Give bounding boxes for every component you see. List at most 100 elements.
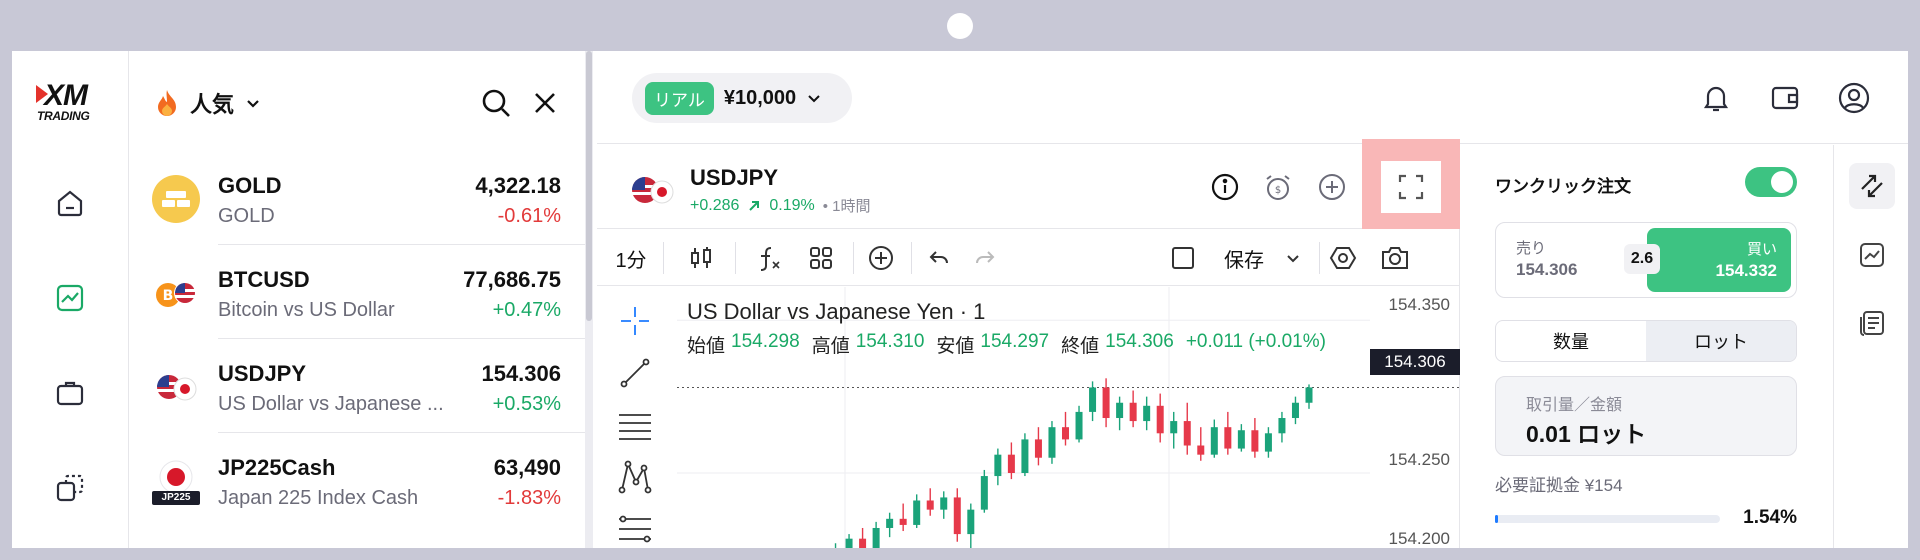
interval-button[interactable]: 1分 [613,240,649,276]
buy-button[interactable]: 買い 154.332 [1647,228,1791,292]
info-icon [1211,173,1239,201]
lines-icon [619,414,651,440]
low-value: 154.297 [980,331,1050,352]
chart-panel: USDJPY +0.286 0.19% • 1時間 $ 1分 保存 US Dol… [597,139,1460,548]
sell-button[interactable]: 売り 154.306 [1516,237,1577,280]
candle-type-button[interactable] [683,240,719,276]
close-button[interactable] [527,85,563,121]
candle-body [899,518,907,525]
add-watchlist-button[interactable] [1314,169,1350,205]
amount-value: 0.01 ロット [1526,421,1647,447]
settings-button[interactable] [1325,240,1361,276]
watchlist-panel: 人気 GOLD GOLD 4,322.18 -0.61% B BTCUSD Bi… [130,51,585,548]
buy-price: 154.332 [1715,261,1777,280]
nav-copy-button[interactable] [50,468,90,508]
analysis-button[interactable] [1849,232,1895,278]
left-nav: XM TRADING [12,51,129,548]
candle-body [1116,402,1124,419]
candle-body [1278,418,1286,434]
watchlist-price: 63,490 [493,455,561,480]
watchlist-change: +0.53% [492,393,561,415]
wallet-button[interactable] [1766,79,1804,117]
indicators-button[interactable] [751,240,787,276]
nav-home-button[interactable] [50,183,90,223]
open-value: 154.298 [731,331,800,352]
search-icon [482,89,510,117]
layout-button[interactable] [1165,240,1201,276]
spread-badge: 2.6 [1624,244,1660,274]
info-button[interactable] [1207,169,1243,205]
open-label: 始値 [687,336,726,357]
crosshair-tool[interactable] [617,303,653,339]
candle-body [1102,387,1110,419]
templates-button[interactable] [803,240,839,276]
horizontal-lines-tool[interactable] [617,407,653,443]
watchlist-symbol: GOLD [218,173,282,198]
chart-area[interactable]: US Dollar vs Japanese Yen · 1 始値 154.298 … [677,287,1460,548]
chevron-down-icon [808,95,820,103]
account-selector[interactable]: リアル ¥10,000 [632,73,852,123]
candlestick-icon [691,247,711,268]
plus-circle-icon [869,246,893,270]
candle-body [1224,427,1232,449]
buy-sell-box: 売り 154.306 買い 154.332 2.6 [1495,222,1797,298]
notifications-button[interactable] [1697,79,1735,117]
change-value: +0.011 (+0.01%) [1185,331,1326,352]
redo-icon [976,251,995,264]
usd-jpy-flags-icon [157,375,197,401]
arrows-diagonal-icon [1861,174,1883,198]
watchlist-scrollbar[interactable] [585,51,593,548]
fullscreen-button[interactable] [1381,161,1441,213]
watchlist-row-btcusd[interactable]: B BTCUSD Bitcoin vs US Dollar 77,686.75 … [130,245,585,339]
news-button[interactable] [1849,300,1895,346]
sell-label: 売り [1516,240,1547,257]
pattern-tool[interactable] [617,459,653,495]
watchlist-row-gold[interactable]: GOLD GOLD 4,322.18 -0.61% [130,151,585,245]
candlestick-chart[interactable] [677,287,1460,548]
webcam-dot [947,13,973,39]
trendline-tool[interactable] [617,355,653,391]
instrument-change-pct: 0.19% [769,196,815,214]
y-tick-label: 154.250 [1388,450,1450,469]
close-icon [535,93,555,113]
alarm-icon: $ [1266,175,1290,200]
sell-price: 154.306 [1516,260,1578,279]
undo-button[interactable] [921,240,957,276]
nav-chart-button[interactable] [50,278,90,318]
scrollbar-thumb[interactable] [586,51,592,321]
main-area: リアル ¥10,000 USDJPY +0.286 0.19% • 1時間 $ … [597,51,1908,548]
candle-body [1210,427,1218,455]
candle-body [1305,387,1313,403]
watchlist-category-dropdown[interactable]: 人気 [154,87,262,119]
trade-panel-button[interactable] [1849,163,1895,209]
search-button[interactable] [478,85,514,121]
save-dropdown[interactable]: 保存 [1217,240,1307,276]
one-click-toggle[interactable] [1745,167,1797,197]
candle-body [1170,421,1178,434]
tab-quantity[interactable]: 数量 [1496,321,1646,361]
margin-percent: 1.54% [1743,507,1797,528]
order-panel: ワンクリック注文 売り 154.306 買い 154.332 2.6 数量 ロッ… [1461,145,1832,548]
tab-lot[interactable]: ロット [1646,321,1796,361]
candle-body [1007,454,1015,473]
candle-body [994,454,1002,477]
drawing-tools [597,287,673,548]
account-balance: ¥10,000 [723,86,797,109]
briefcase-icon [56,381,84,406]
redo-button[interactable] [967,240,1003,276]
expand-icon [1398,174,1424,200]
profile-button[interactable] [1835,79,1873,117]
screenshot-button[interactable] [1377,240,1413,276]
undo-icon [929,251,948,264]
watchlist-row-usdjpy[interactable]: USDJPY US Dollar vs Japanese ... 154.306… [130,339,585,433]
xm-logo[interactable]: XM TRADING [32,79,112,123]
amount-input[interactable]: 取引量／金額 0.01 ロット [1495,376,1797,456]
add-indicator-button[interactable] [863,240,899,276]
watchlist-row-jp225cash[interactable]: JP225 JP225Cash Japan 225 Index Cash 63,… [130,433,585,527]
timeframe-label: • 1時間 [822,198,871,215]
watchlist-name: Bitcoin vs US Dollar [218,299,395,321]
price-alert-button[interactable]: $ [1260,169,1296,205]
nav-portfolio-button[interactable] [50,373,90,413]
fib-tool[interactable] [617,511,653,547]
chart-toolbar: 1分 保存 [597,230,1460,286]
